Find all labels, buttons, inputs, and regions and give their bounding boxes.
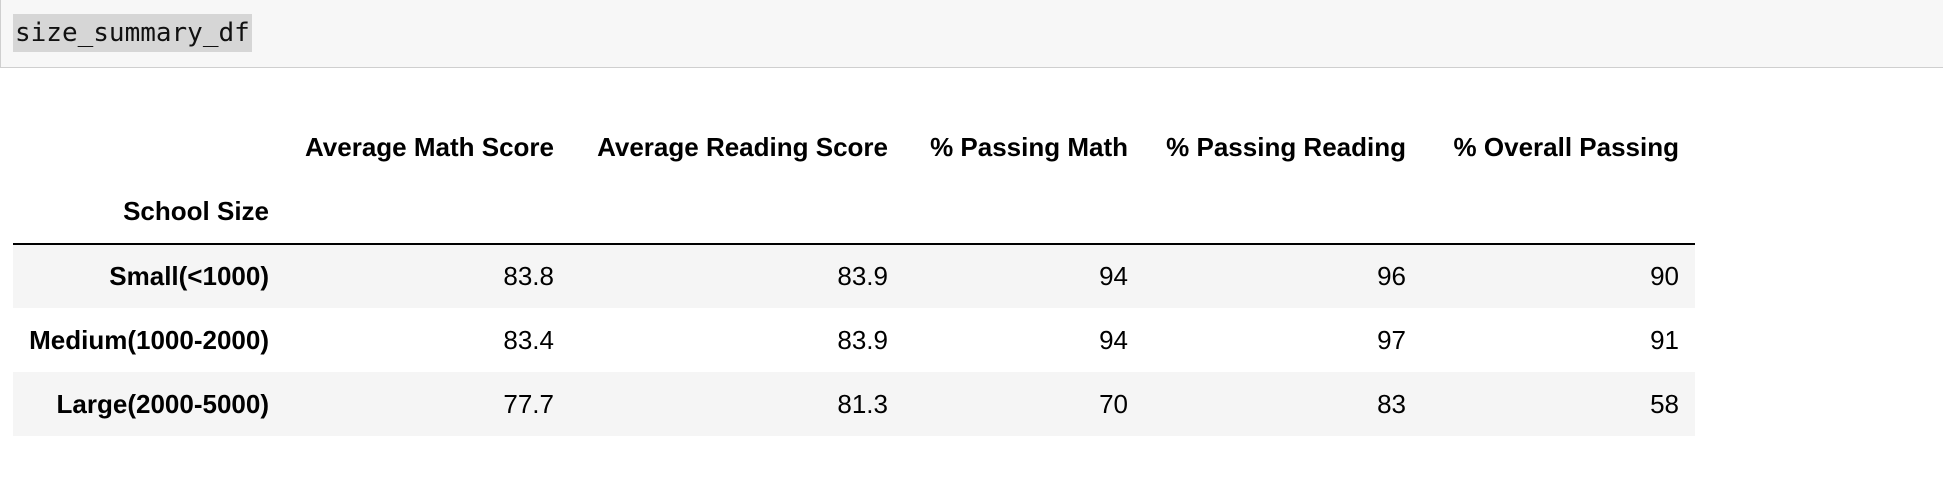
table-cell: 58 — [1650, 388, 1679, 419]
dataframe-table: Average Math Score Average Reading Score… — [13, 115, 1695, 436]
table-cell: 94 — [1099, 324, 1128, 355]
code-text[interactable]: size_summary_df — [13, 14, 252, 52]
table-row: Small(<1000) 83.8 83.9 94 96 90 — [13, 244, 1695, 308]
output-area: Average Math Score Average Reading Score… — [13, 115, 1695, 436]
table-cell: 96 — [1377, 261, 1406, 291]
table-cell: 83.8 — [503, 261, 554, 291]
index-blank-cell — [570, 179, 904, 245]
table-cell: 83 — [1377, 388, 1406, 419]
table-cell: 90 — [1650, 261, 1679, 291]
index-blank-cell — [1422, 179, 1695, 245]
table-cell: 83.9 — [837, 324, 888, 355]
table-cell: 70 — [1099, 388, 1128, 419]
index-name: School Size — [13, 179, 285, 245]
notebook-page: size_summary_df Average Math Score Avera… — [0, 0, 1943, 480]
row-label: Medium(1000-2000) — [29, 324, 269, 355]
index-blank-cell — [285, 179, 570, 245]
column-header: Average Math Score — [304, 131, 554, 162]
table-cell: 94 — [1099, 261, 1128, 291]
index-blank-cell — [904, 179, 1144, 245]
column-header: % Passing Math — [930, 131, 1128, 162]
table-cell: 91 — [1650, 324, 1679, 355]
column-header: % Passing Reading — [1166, 131, 1406, 162]
table-cell: 83.9 — [837, 261, 888, 291]
table-cell: 97 — [1377, 324, 1406, 355]
header-blank-cell — [13, 115, 285, 179]
index-blank-cell — [1144, 179, 1422, 245]
table-row: Large(2000-5000) 77.7 81.3 70 83 58 — [13, 372, 1695, 436]
table-row: Medium(1000-2000) 83.4 83.9 94 97 91 — [13, 308, 1695, 372]
table-cell: 81.3 — [837, 388, 888, 419]
code-input-cell[interactable]: size_summary_df — [0, 0, 1943, 68]
table-cell: 83.4 — [503, 324, 554, 355]
table-cell: 77.7 — [503, 388, 554, 419]
column-header: % Overall Passing — [1453, 131, 1679, 162]
column-header: Average Reading Score — [597, 131, 888, 162]
row-label: Large(2000-5000) — [56, 388, 269, 419]
index-name-row: School Size — [13, 179, 1695, 245]
row-label: Small(<1000) — [109, 261, 269, 291]
column-header-row: Average Math Score Average Reading Score… — [13, 115, 1695, 179]
